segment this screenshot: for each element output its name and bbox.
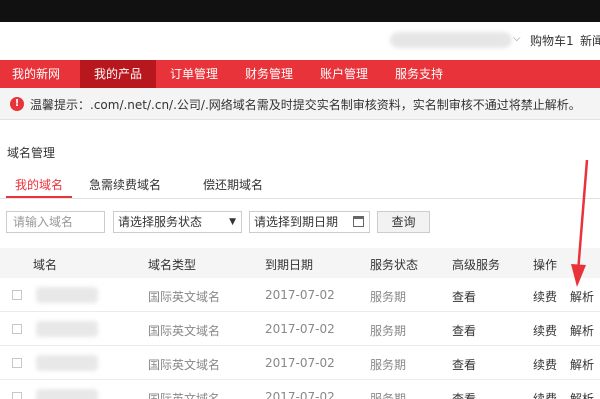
expiry-date: 2017-07-02: [265, 356, 335, 370]
column-header-type: 域名类型: [148, 258, 197, 272]
nav-my-xinnet[interactable]: 我的新网: [6, 60, 66, 88]
blurred-domain-name[interactable]: [36, 355, 98, 371]
blurred-domain-name[interactable]: [36, 321, 98, 337]
expiry-date: 2017-07-02: [265, 288, 335, 302]
view-advanced-link[interactable]: 查看: [452, 288, 476, 305]
calendar-icon[interactable]: [353, 216, 364, 227]
domain-type: 国际英文域名: [148, 392, 221, 399]
status-select[interactable]: 请选择服务状态 ▼: [113, 211, 242, 233]
row-checkbox[interactable]: [12, 290, 22, 300]
tab-redemption[interactable]: 偿还期域名: [203, 176, 263, 193]
nav-orders[interactable]: 订单管理: [164, 60, 224, 88]
service-status: 服务期: [370, 392, 407, 399]
domain-type: 国际英文域名: [148, 290, 221, 304]
expiry-date-input[interactable]: 请选择到期日期: [249, 211, 370, 233]
chevron-down-icon[interactable]: ⌵: [513, 33, 521, 44]
nav-support[interactable]: 服务支持: [389, 60, 449, 88]
column-header-domain: 域名: [33, 258, 58, 272]
table-row: 国际英文域名 2017-07-02 服务期 查看 续费 解析: [0, 312, 600, 346]
query-button[interactable]: 查询: [377, 211, 430, 233]
table-row: 国际英文域名 2017-07-02 服务期 查看 续费 解析: [0, 278, 600, 312]
column-header-expiry: 到期日期: [265, 258, 314, 272]
blurred-username[interactable]: [390, 32, 512, 48]
table-row: 国际英文域名 2017-07-02 服务期 查看 续费 解析: [0, 346, 600, 380]
date-placeholder: 请选择到期日期: [254, 215, 339, 229]
domain-type: 国际英文域名: [148, 324, 221, 338]
table-header: 域名 域名类型 到期日期 服务状态 高级服务 操作: [0, 248, 600, 278]
expiry-date: 2017-07-02: [265, 322, 335, 336]
view-advanced-link[interactable]: 查看: [452, 390, 476, 399]
resolve-link[interactable]: 解析: [570, 288, 594, 305]
service-status: 服务期: [370, 358, 407, 372]
row-checkbox[interactable]: [12, 358, 22, 368]
service-status: 服务期: [370, 324, 407, 338]
blurred-domain-name[interactable]: [36, 287, 98, 303]
domain-search-input[interactable]: 请输入域名: [6, 211, 105, 233]
view-advanced-link[interactable]: 查看: [452, 356, 476, 373]
tab-my-domains[interactable]: 我的域名: [15, 176, 63, 193]
caret-down-icon: ▼: [229, 217, 236, 227]
page-title: 域名管理: [7, 146, 56, 160]
column-header-status: 服务状态: [370, 258, 419, 272]
domain-type: 国际英文域名: [148, 358, 221, 372]
nav-my-products[interactable]: 我的产品: [80, 60, 156, 88]
blurred-domain-name[interactable]: [36, 389, 98, 399]
user-bar: ⌵ 购物车1 新闻: [0, 22, 600, 60]
cart-link[interactable]: 购物车1: [530, 32, 574, 49]
resolve-link[interactable]: 解析: [570, 322, 594, 339]
top-black-bar: [0, 0, 600, 22]
alert-icon: !: [10, 97, 24, 111]
renew-link[interactable]: 续费: [533, 390, 557, 399]
nav-finance[interactable]: 财务管理: [239, 60, 299, 88]
renew-link[interactable]: 续费: [533, 288, 557, 305]
tab-urgent-renewal[interactable]: 急需续费域名: [89, 176, 161, 193]
main-nav: 我的新网 我的产品 订单管理 财务管理 账户管理 服务支持: [0, 60, 600, 88]
resolve-link[interactable]: 解析: [570, 390, 594, 399]
news-link[interactable]: 新闻: [580, 32, 600, 49]
renew-link[interactable]: 续费: [533, 322, 557, 339]
notice-bar: ! 温馨提示：.com/.net/.cn/.公司/.网络域名需及时提交实名制审核…: [0, 88, 600, 120]
row-checkbox[interactable]: [12, 392, 22, 399]
resolve-link[interactable]: 解析: [570, 356, 594, 373]
view-advanced-link[interactable]: 查看: [452, 322, 476, 339]
status-select-value: 请选择服务状态: [118, 215, 203, 229]
service-status: 服务期: [370, 290, 407, 304]
table-row: 国际英文域名 2017-07-02 服务期 查看 续费 解析: [0, 380, 600, 399]
tabs-divider: [0, 198, 600, 199]
row-checkbox[interactable]: [12, 324, 22, 334]
nav-account[interactable]: 账户管理: [314, 60, 374, 88]
notice-text: 温馨提示：.com/.net/.cn/.公司/.网络域名需及时提交实名制审核资料…: [30, 98, 581, 112]
expiry-date: 2017-07-02: [265, 390, 335, 399]
renew-link[interactable]: 续费: [533, 356, 557, 373]
column-header-actions: 操作: [533, 258, 558, 272]
column-header-advanced: 高级服务: [452, 258, 501, 272]
